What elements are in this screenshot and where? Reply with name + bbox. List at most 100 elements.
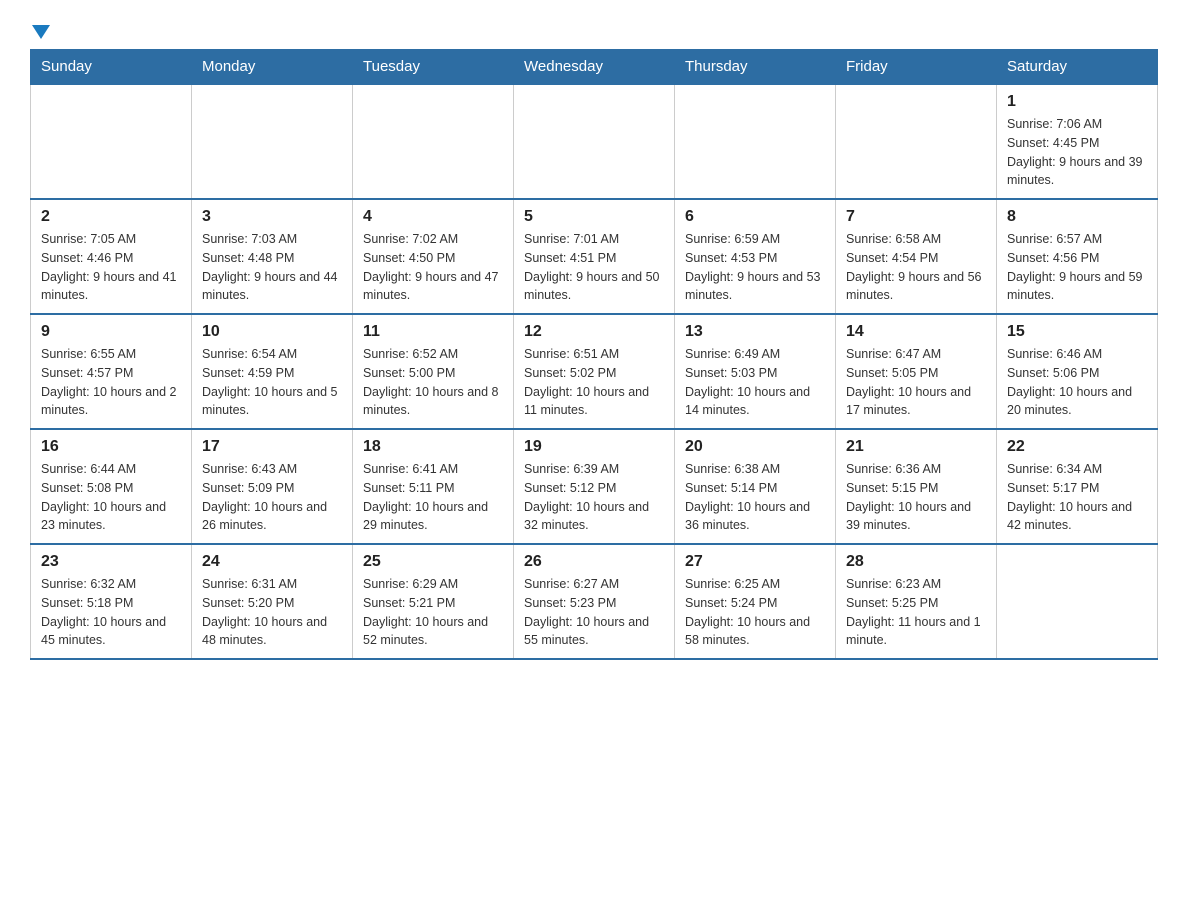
day-info: Sunrise: 7:06 AMSunset: 4:45 PMDaylight:…	[1007, 115, 1147, 190]
day-number: 11	[363, 323, 503, 341]
day-info: Sunrise: 6:36 AMSunset: 5:15 PMDaylight:…	[846, 460, 986, 535]
day-number: 17	[202, 438, 342, 456]
day-info: Sunrise: 6:31 AMSunset: 5:20 PMDaylight:…	[202, 575, 342, 650]
calendar-cell: 14 Sunrise: 6:47 AMSunset: 5:05 PMDayligh…	[836, 314, 997, 429]
day-info: Sunrise: 6:47 AMSunset: 5:05 PMDaylight:…	[846, 345, 986, 420]
calendar-cell: 17Sunrise: 6:43 AMSunset: 5:09 PMDayligh…	[192, 429, 353, 544]
day-number: 10	[202, 323, 342, 341]
day-number: 15	[1007, 323, 1147, 341]
calendar-week-row: 1 Sunrise: 7:06 AMSunset: 4:45 PMDaylight…	[31, 84, 1158, 199]
day-number: 6	[685, 208, 825, 226]
day-info: Sunrise: 6:57 AMSunset: 4:56 PMDaylight:…	[1007, 230, 1147, 305]
day-number: 4	[363, 208, 503, 226]
day-info: Sunrise: 6:25 AMSunset: 5:24 PMDaylight:…	[685, 575, 825, 650]
day-info: Sunrise: 7:03 AMSunset: 4:48 PMDaylight:…	[202, 230, 342, 305]
calendar-cell: 20Sunrise: 6:38 AMSunset: 5:14 PMDayligh…	[675, 429, 836, 544]
day-info: Sunrise: 6:32 AMSunset: 5:18 PMDaylight:…	[41, 575, 181, 650]
day-number: 5	[524, 208, 664, 226]
logo-arrow-icon	[32, 25, 50, 39]
day-number: 24	[202, 553, 342, 571]
day-of-week-header: Saturday	[997, 50, 1158, 85]
day-number: 23	[41, 553, 181, 571]
day-of-week-header: Tuesday	[353, 50, 514, 85]
day-info: Sunrise: 6:46 AMSunset: 5:06 PMDaylight:…	[1007, 345, 1147, 420]
calendar-cell: 9 Sunrise: 6:55 AMSunset: 4:57 PMDaylight…	[31, 314, 192, 429]
day-number: 28	[846, 553, 986, 571]
day-number: 8	[1007, 208, 1147, 226]
calendar-cell	[675, 84, 836, 199]
day-info: Sunrise: 7:02 AMSunset: 4:50 PMDaylight:…	[363, 230, 503, 305]
day-number: 9	[41, 323, 181, 341]
day-of-week-header: Thursday	[675, 50, 836, 85]
day-info: Sunrise: 6:39 AMSunset: 5:12 PMDaylight:…	[524, 460, 664, 535]
calendar-cell: 18 Sunrise: 6:41 AMSunset: 5:11 PMDayligh…	[353, 429, 514, 544]
day-of-week-header: Sunday	[31, 50, 192, 85]
day-info: Sunrise: 6:23 AMSunset: 5:25 PMDaylight:…	[846, 575, 986, 650]
day-info: Sunrise: 6:51 AMSunset: 5:02 PMDaylight:…	[524, 345, 664, 420]
day-info: Sunrise: 6:54 AMSunset: 4:59 PMDaylight:…	[202, 345, 342, 420]
calendar-cell: 7 Sunrise: 6:58 AMSunset: 4:54 PMDaylight…	[836, 199, 997, 314]
page-header	[30, 20, 1158, 39]
calendar-cell: 23 Sunrise: 6:32 AMSunset: 5:18 PMDayligh…	[31, 544, 192, 659]
calendar-cell: 24 Sunrise: 6:31 AMSunset: 5:20 PMDayligh…	[192, 544, 353, 659]
day-info: Sunrise: 6:58 AMSunset: 4:54 PMDaylight:…	[846, 230, 986, 305]
day-info: Sunrise: 6:49 AMSunset: 5:03 PMDaylight:…	[685, 345, 825, 420]
day-info: Sunrise: 6:52 AMSunset: 5:00 PMDaylight:…	[363, 345, 503, 420]
day-number: 13	[685, 323, 825, 341]
day-number: 16	[41, 438, 181, 456]
day-info: Sunrise: 6:29 AMSunset: 5:21 PMDaylight:…	[363, 575, 503, 650]
day-info: Sunrise: 7:01 AMSunset: 4:51 PMDaylight:…	[524, 230, 664, 305]
day-number: 18	[363, 438, 503, 456]
day-info: Sunrise: 6:44 AMSunset: 5:08 PMDaylight:…	[41, 460, 181, 535]
calendar-cell: 21Sunrise: 6:36 AMSunset: 5:15 PMDayligh…	[836, 429, 997, 544]
calendar-table: SundayMondayTuesdayWednesdayThursdayFrid…	[30, 49, 1158, 660]
calendar-cell: 22Sunrise: 6:34 AMSunset: 5:17 PMDayligh…	[997, 429, 1158, 544]
calendar-cell: 28 Sunrise: 6:23 AMSunset: 5:25 PMDayligh…	[836, 544, 997, 659]
calendar-cell: 4 Sunrise: 7:02 AMSunset: 4:50 PMDaylight…	[353, 199, 514, 314]
day-of-week-header: Friday	[836, 50, 997, 85]
day-number: 3	[202, 208, 342, 226]
calendar-cell: 5 Sunrise: 7:01 AMSunset: 4:51 PMDaylight…	[514, 199, 675, 314]
logo	[30, 20, 50, 39]
calendar-cell: 2 Sunrise: 7:05 AMSunset: 4:46 PMDaylight…	[31, 199, 192, 314]
calendar-header-row: SundayMondayTuesdayWednesdayThursdayFrid…	[31, 50, 1158, 85]
day-of-week-header: Wednesday	[514, 50, 675, 85]
day-info: Sunrise: 6:55 AMSunset: 4:57 PMDaylight:…	[41, 345, 181, 420]
day-info: Sunrise: 6:27 AMSunset: 5:23 PMDaylight:…	[524, 575, 664, 650]
day-number: 12	[524, 323, 664, 341]
calendar-cell: 16 Sunrise: 6:44 AMSunset: 5:08 PMDayligh…	[31, 429, 192, 544]
calendar-week-row: 9 Sunrise: 6:55 AMSunset: 4:57 PMDaylight…	[31, 314, 1158, 429]
day-number: 20	[685, 438, 825, 456]
day-info: Sunrise: 6:41 AMSunset: 5:11 PMDaylight:…	[363, 460, 503, 535]
calendar-cell: 13 Sunrise: 6:49 AMSunset: 5:03 PMDayligh…	[675, 314, 836, 429]
calendar-cell: 26 Sunrise: 6:27 AMSunset: 5:23 PMDayligh…	[514, 544, 675, 659]
day-number: 19	[524, 438, 664, 456]
calendar-cell	[997, 544, 1158, 659]
calendar-cell	[836, 84, 997, 199]
day-of-week-header: Monday	[192, 50, 353, 85]
day-number: 7	[846, 208, 986, 226]
calendar-cell: 11 Sunrise: 6:52 AMSunset: 5:00 PMDayligh…	[353, 314, 514, 429]
day-number: 25	[363, 553, 503, 571]
calendar-cell: 27 Sunrise: 6:25 AMSunset: 5:24 PMDayligh…	[675, 544, 836, 659]
day-number: 14	[846, 323, 986, 341]
calendar-cell: 6 Sunrise: 6:59 AMSunset: 4:53 PMDaylight…	[675, 199, 836, 314]
day-number: 26	[524, 553, 664, 571]
calendar-cell: 3 Sunrise: 7:03 AMSunset: 4:48 PMDaylight…	[192, 199, 353, 314]
day-number: 2	[41, 208, 181, 226]
day-info: Sunrise: 6:34 AMSunset: 5:17 PMDaylight:…	[1007, 460, 1147, 535]
calendar-cell: 19 Sunrise: 6:39 AMSunset: 5:12 PMDayligh…	[514, 429, 675, 544]
day-info: Sunrise: 7:05 AMSunset: 4:46 PMDaylight:…	[41, 230, 181, 305]
day-number: 27	[685, 553, 825, 571]
calendar-cell: 25 Sunrise: 6:29 AMSunset: 5:21 PMDayligh…	[353, 544, 514, 659]
calendar-cell: 12 Sunrise: 6:51 AMSunset: 5:02 PMDayligh…	[514, 314, 675, 429]
day-info: Sunrise: 6:59 AMSunset: 4:53 PMDaylight:…	[685, 230, 825, 305]
calendar-week-row: 23 Sunrise: 6:32 AMSunset: 5:18 PMDayligh…	[31, 544, 1158, 659]
calendar-cell: 15 Sunrise: 6:46 AMSunset: 5:06 PMDayligh…	[997, 314, 1158, 429]
calendar-cell: 1 Sunrise: 7:06 AMSunset: 4:45 PMDaylight…	[997, 84, 1158, 199]
calendar-week-row: 16 Sunrise: 6:44 AMSunset: 5:08 PMDayligh…	[31, 429, 1158, 544]
calendar-cell	[31, 84, 192, 199]
day-number: 1	[1007, 93, 1147, 111]
calendar-cell: 8 Sunrise: 6:57 AMSunset: 4:56 PMDaylight…	[997, 199, 1158, 314]
calendar-cell	[514, 84, 675, 199]
